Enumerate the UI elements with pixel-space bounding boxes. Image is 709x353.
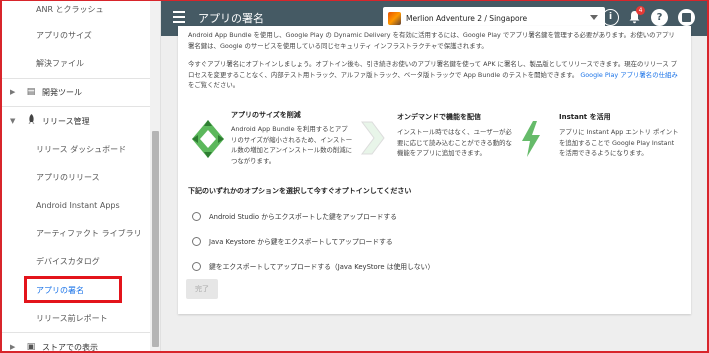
expand-arrow-icon: ▶ (10, 88, 16, 96)
sidebar-divider (2, 106, 150, 107)
dev-tools-icon: ▤ (26, 87, 36, 97)
sidebar-item-label: リリース ダッシュボード (36, 144, 127, 154)
intro-paragraph-top: Android App Bundle を使用し、Google Play の Dy… (188, 31, 675, 50)
sidebar-item-label: デバイスカタログ (36, 256, 100, 266)
app-signing-card: Android App Bundle を使用し、Google Play の Dy… (178, 26, 691, 314)
sidebar-scrollbar-thumb[interactable] (152, 131, 159, 347)
app-size-reduction-icon (190, 118, 226, 164)
feature-desc-app-size: Android App Bundle を利用するとアプリのサイズが縮小されるため… (231, 125, 353, 165)
sidebar-item-store-presence[interactable]: ▶ ▣ ストアでの表示 (2, 334, 150, 352)
option-export-upload[interactable]: 鍵をエクスポートしてアップロードする（Java KeyStore は使用しない） (192, 261, 434, 271)
sidebar-item-label: アプリのリリース (36, 172, 100, 182)
sidebar-item-label: 開発ツール (42, 87, 82, 97)
option-android-studio[interactable]: Android Studio からエクスポートした鍵をアップロードする (192, 211, 397, 221)
page-title: アプリの署名 (198, 12, 264, 25)
instant-bolt-icon (518, 120, 544, 162)
sidebar-item-label: 解決ファイル (36, 58, 84, 68)
sidebar-item-label: リリース前レポート (36, 313, 108, 323)
feature-desc-instant: アプリに Instant App エントリ ポイントを追加することで Googl… (559, 128, 679, 157)
sidebar-item-label: ANR とクラッシュ (36, 4, 104, 14)
sidebar-item-app-releases[interactable]: アプリのリリース (2, 164, 150, 190)
sidebar-item-label: アプリのサイズ (36, 30, 92, 40)
feature-title-app-size: アプリのサイズを削減 (231, 111, 301, 119)
how-app-signing-works-link[interactable]: Google Play アプリ署名の仕組み (580, 71, 677, 79)
radio-button[interactable] (192, 211, 201, 221)
store-icon: ▣ (26, 342, 36, 352)
feature-desc-on-demand: インストール時ではなく、ユーザーが必要に応じて読み込むことができる動的な機能をア… (397, 128, 512, 157)
radio-button[interactable] (192, 261, 201, 271)
app-thumbnail-icon (388, 12, 401, 25)
sidebar-item-artifact-library[interactable]: アーティファクト ライブラリ (2, 220, 150, 246)
sidebar-item-label: リリース管理 (42, 116, 90, 126)
option-java-keystore[interactable]: Java Keystore から鍵をエクスポートしてアップロードする (192, 236, 393, 246)
hamburger-menu-icon[interactable] (173, 11, 185, 23)
app-selector-label: Merlion Adventure 2 / Singapore (406, 14, 528, 23)
sidebar-item-pre-launch-report[interactable]: リリース前レポート (2, 305, 150, 331)
feature-title-instant: Instant を活用 (559, 113, 611, 121)
help-icon[interactable]: ? (651, 9, 668, 26)
on-demand-delivery-icon (360, 119, 386, 161)
highlight-box (24, 276, 122, 303)
screenshot-frame: ANR とクラッシュ アプリのサイズ 解決ファイル ▶ ▤ 開発ツール ▼ リリ… (0, 0, 709, 353)
sidebar-item-deobfuscation-files[interactable]: 解決ファイル (2, 50, 150, 76)
option-label: Android Studio からエクスポートした鍵をアップロードする (209, 213, 397, 221)
sidebar-item-android-instant-apps[interactable]: Android Instant Apps (2, 192, 150, 218)
info-icon[interactable]: i (602, 9, 619, 26)
expand-arrow-icon: ▶ (10, 343, 16, 351)
intro-suffix: をご覧ください。 (188, 81, 240, 89)
chevron-down-icon (590, 15, 598, 20)
sidebar-item-device-catalog[interactable]: デバイスカタログ (2, 248, 150, 274)
sidebar-item-label: ストアでの表示 (42, 342, 98, 352)
option-label: Java Keystore から鍵をエクスポートしてアップロードする (209, 238, 393, 246)
sidebar-item-app-size[interactable]: アプリのサイズ (2, 22, 150, 48)
sidebar-item-label: Android Instant Apps (36, 200, 120, 210)
sidebar: ANR とクラッシュ アプリのサイズ 解決ファイル ▶ ▤ 開発ツール ▼ リリ… (2, 1, 161, 352)
feature-title-on-demand: オンデマンドで機能を配信 (397, 113, 481, 121)
done-button[interactable]: 完了 (186, 279, 218, 299)
option-label: 鍵をエクスポートしてアップロードする（Java KeyStore は使用しない） (209, 263, 435, 271)
account-avatar[interactable] (678, 9, 695, 26)
sidebar-item-release-management[interactable]: ▼ リリース管理 (2, 108, 150, 134)
radio-button[interactable] (192, 236, 201, 246)
intro-paragraph: 今すぐアプリ署名にオプトインしましょう。オプトイン後も、引き続きお使いのアプリ署… (188, 59, 681, 91)
rocket-icon (20, 114, 42, 128)
sidebar-item-anr-crashes[interactable]: ANR とクラッシュ (2, 1, 150, 22)
notification-badge: 4 (636, 6, 645, 15)
options-heading: 下記のいずれかのオプションを選択して今すぐオプトインしてください (188, 187, 412, 195)
sidebar-item-dev-tools[interactable]: ▶ ▤ 開発ツール (2, 79, 150, 105)
sidebar-item-label: アーティファクト ライブラリ (36, 228, 142, 238)
sidebar-divider (2, 332, 150, 333)
sidebar-item-release-dashboard[interactable]: リリース ダッシュボード (2, 136, 150, 162)
collapse-arrow-icon: ▼ (10, 117, 16, 125)
